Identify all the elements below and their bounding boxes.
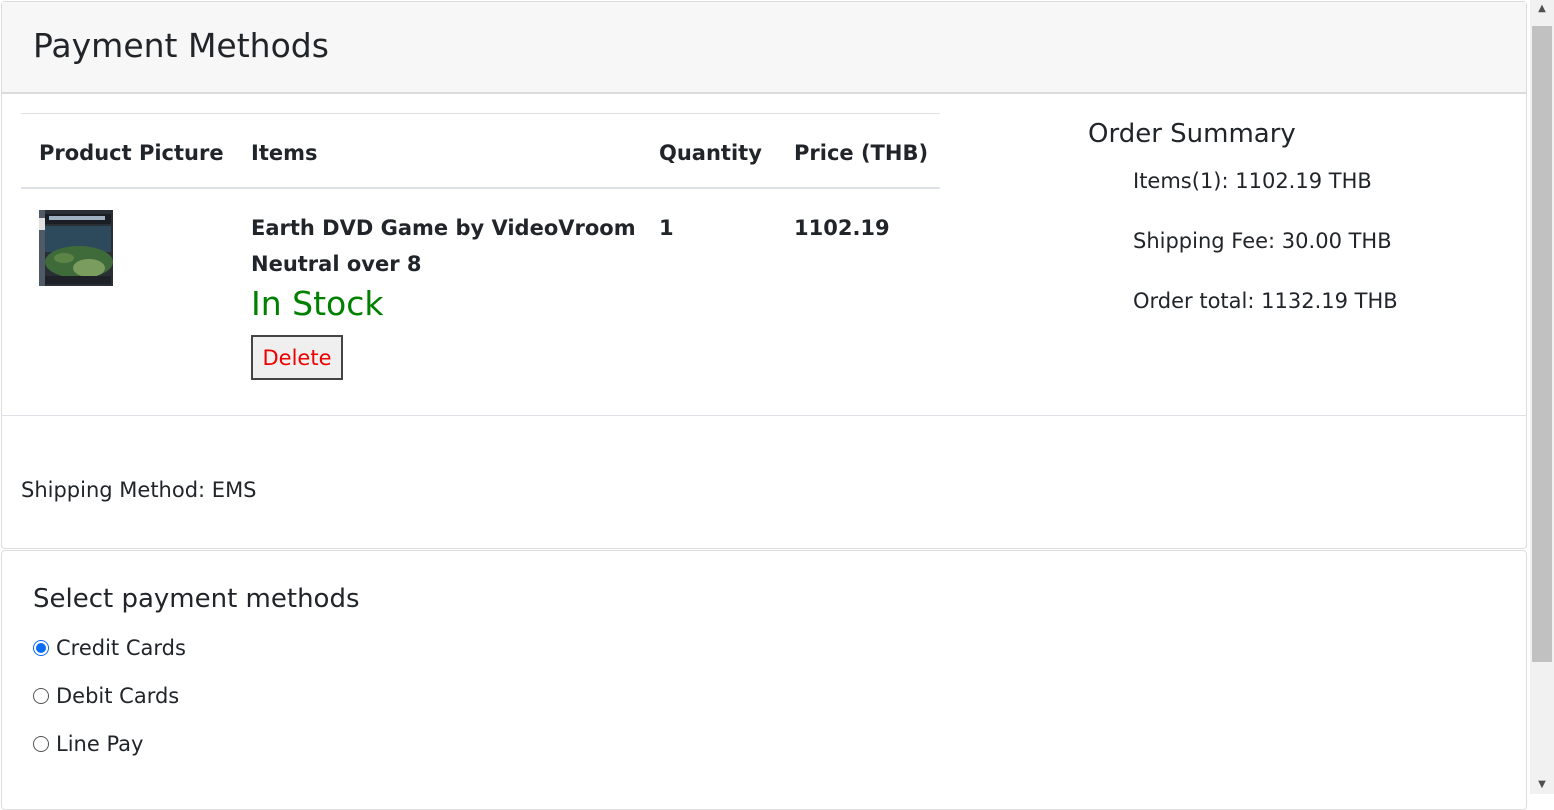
radio-button[interactable]: [33, 688, 49, 704]
summary-shipping-fee: Shipping Fee: 30.00 THB: [1133, 229, 1392, 253]
column-header-price: Price (THB): [794, 141, 929, 165]
dvd-box-thumbnail[interactable]: [39, 210, 113, 286]
scroll-up-arrow-icon[interactable]: ▲: [1530, 0, 1554, 18]
vertical-scrollbar[interactable]: ▲ ▼: [1530, 0, 1554, 794]
payment-option-label: Debit Cards: [56, 684, 180, 708]
radio-button[interactable]: [33, 640, 49, 656]
radio-button[interactable]: [33, 736, 49, 752]
payment-option-line-pay[interactable]: Line Pay: [33, 729, 143, 759]
summary-order-total: Order total: 1132.19 THB: [1133, 289, 1398, 313]
page: Payment Methods Product Picture Items Qu…: [0, 0, 1530, 810]
order-summary-title: Order Summary: [1088, 119, 1296, 149]
payment-card: Select payment methods Credit Cards Debi…: [1, 550, 1527, 810]
page-title: Payment Methods: [33, 26, 329, 65]
summary-items: Items(1): 1102.19 THB: [1133, 169, 1372, 193]
delete-button[interactable]: Delete: [251, 335, 343, 380]
cart-table: Product Picture Items Quantity Price (TH…: [21, 113, 940, 380]
item-quantity: 1: [659, 216, 674, 240]
stock-status: In Stock: [251, 284, 384, 323]
payment-option-debit-cards[interactable]: Debit Cards: [33, 681, 179, 711]
card-header: Payment Methods: [2, 2, 1526, 94]
payment-option-credit-cards[interactable]: Credit Cards: [33, 633, 186, 663]
payment-title: Select payment methods: [33, 584, 360, 614]
order-card: Payment Methods Product Picture Items Qu…: [1, 1, 1527, 549]
column-header-product-picture: Product Picture: [39, 141, 224, 165]
scrollbar-thumb[interactable]: [1532, 26, 1552, 662]
shipping-method: Shipping Method: EMS: [21, 478, 257, 502]
column-header-quantity: Quantity: [659, 141, 762, 165]
column-header-items: Items: [251, 141, 318, 165]
item-price: 1102.19: [794, 216, 890, 240]
section-divider: [2, 415, 1526, 416]
item-name: Earth DVD Game by VideoVroom Neutral ove…: [251, 216, 636, 276]
scroll-down-arrow-icon[interactable]: ▼: [1530, 776, 1554, 794]
table-header-divider: [21, 187, 940, 189]
payment-option-label: Line Pay: [56, 732, 144, 756]
payment-option-label: Credit Cards: [56, 636, 186, 660]
